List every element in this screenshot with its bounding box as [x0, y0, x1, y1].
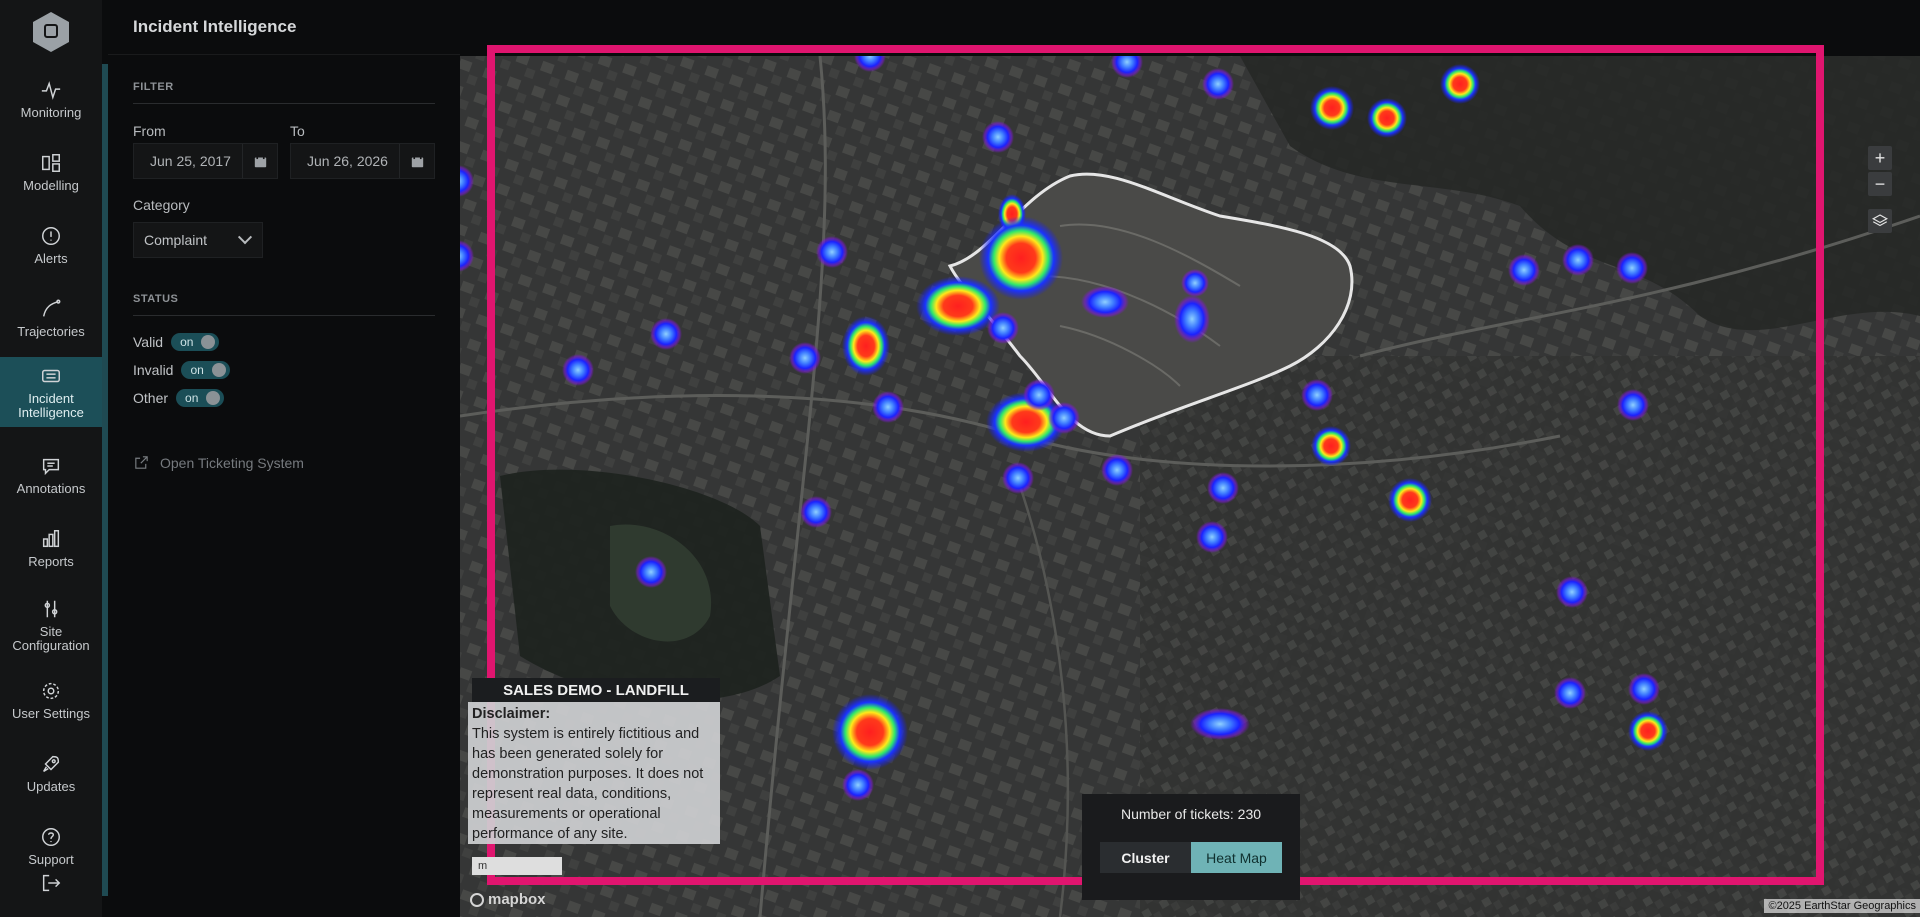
toggle-text: on	[185, 391, 199, 405]
from-label: From	[133, 123, 166, 139]
chevron-down-icon	[237, 230, 253, 245]
nav-item-monitoring[interactable]: Monitoring	[0, 64, 102, 134]
nav-label: Annotations	[16, 480, 86, 496]
bar-chart-icon	[40, 528, 62, 550]
divider	[108, 54, 460, 55]
alert-icon	[40, 225, 62, 247]
demo-title: SALES DEMO - LANDFILL	[472, 678, 720, 702]
nav-item-logout[interactable]	[0, 872, 102, 917]
help-icon	[40, 826, 62, 848]
toggle-knob	[211, 363, 226, 377]
nav-item-trajectories[interactable]: Trajectories	[0, 283, 102, 353]
filter-panel: Incident Intelligence FILTER From To Jun…	[108, 0, 460, 917]
calendar-icon[interactable]	[399, 144, 434, 178]
nav-label: Site Configuration	[12, 623, 90, 653]
status-invalid-row: Invalid on	[133, 361, 230, 379]
nav-item-updates[interactable]: Updates	[0, 738, 102, 808]
logout-icon	[40, 872, 62, 894]
toggle-knob	[206, 391, 221, 405]
disclaimer-text: This system is entirely fictitious and h…	[472, 726, 704, 842]
nav-item-site-configuration[interactable]: Site Configuration	[0, 590, 102, 660]
calendar-icon[interactable]	[242, 144, 277, 178]
gear-icon	[40, 680, 62, 702]
nav-label: Support	[28, 851, 74, 867]
category-select[interactable]: Complaint	[133, 222, 263, 258]
nav-label: Monitoring	[20, 104, 82, 120]
map-attribution[interactable]: ©2025 EarthStar Geographics	[1764, 899, 1920, 913]
toggle-knob	[201, 335, 216, 349]
from-date-value: Jun 25, 2017	[150, 153, 231, 169]
disclaimer-title: Disclaimer:	[472, 706, 551, 722]
rocket-icon	[40, 753, 62, 775]
filter-section-label: FILTER	[133, 81, 174, 93]
divider	[133, 315, 435, 316]
status-other-row: Other on	[133, 389, 225, 407]
ticket-summary-panel: Number of tickets: 230 Cluster Heat Map	[1082, 794, 1300, 900]
comment-icon	[40, 455, 62, 477]
to-label: To	[290, 123, 305, 139]
open-ticketing-link[interactable]: Open Ticketing System	[133, 454, 304, 471]
map-scale: m	[472, 857, 562, 875]
pulse-icon	[40, 79, 62, 101]
nav-label: Trajectories	[17, 323, 85, 339]
divider	[133, 103, 435, 104]
nav-label: Alerts	[34, 250, 68, 266]
invalid-toggle[interactable]: on	[181, 361, 230, 379]
valid-toggle[interactable]: on	[171, 333, 220, 351]
trajectory-icon	[40, 298, 62, 320]
layers-button[interactable]	[1868, 209, 1892, 233]
zoom-in-button[interactable]: +	[1868, 146, 1892, 170]
status-label: Other	[133, 390, 169, 406]
ticket-link-label: Open Ticketing System	[160, 454, 304, 471]
toggle-text: on	[180, 335, 194, 349]
other-toggle[interactable]: on	[176, 389, 225, 407]
page-title: Incident Intelligence	[133, 17, 297, 36]
from-date-field[interactable]: Jun 25, 2017	[133, 143, 278, 179]
category-label: Category	[133, 197, 190, 213]
mapbox-icon	[470, 892, 484, 907]
nav-label: User Settings	[11, 705, 91, 721]
nav-item-user-settings[interactable]: User Settings	[0, 665, 102, 735]
nav-item-alerts[interactable]: Alerts	[0, 210, 102, 280]
main-nav: Monitoring Modelling Alerts Trajectories…	[0, 0, 102, 917]
mapbox-logo[interactable]: mapbox	[470, 891, 546, 908]
heatmap-mode-button[interactable]: Heat Map	[1191, 842, 1282, 873]
modelling-icon	[40, 152, 62, 174]
status-label: Valid	[133, 334, 164, 350]
to-date-field[interactable]: Jun 26, 2026	[290, 143, 435, 179]
ticket-icon	[40, 365, 62, 387]
external-link-icon	[135, 456, 148, 469]
app-logo[interactable]	[33, 12, 69, 52]
category-value: Complaint	[144, 232, 208, 248]
nav-item-modelling[interactable]: Modelling	[0, 137, 102, 207]
toggle-text: on	[190, 363, 204, 377]
zoom-out-button[interactable]: −	[1868, 172, 1892, 196]
to-date-value: Jun 26, 2026	[307, 153, 388, 169]
nav-label: Modelling	[23, 177, 79, 193]
layers-icon	[1872, 214, 1888, 227]
status-valid-row: Valid on	[133, 333, 220, 351]
nav-item-annotations[interactable]: Annotations	[0, 440, 102, 510]
status-label: Invalid	[133, 362, 174, 378]
mapbox-label: mapbox	[488, 891, 546, 908]
status-section-label: STATUS	[133, 293, 179, 305]
nav-label: Reports	[28, 553, 74, 569]
nav-label: Updates	[26, 778, 76, 794]
cluster-mode-button[interactable]: Cluster	[1100, 842, 1191, 873]
nav-item-support[interactable]: Support	[0, 811, 102, 881]
nav-item-reports[interactable]: Reports	[0, 513, 102, 583]
disclaimer-box: Disclaimer: This system is entirely fict…	[468, 702, 720, 844]
nav-item-incident-intelligence[interactable]: Incident Intelligence	[0, 357, 102, 427]
ticket-count: Number of tickets: 230	[1120, 806, 1262, 822]
sliders-icon	[40, 598, 62, 620]
nav-label: Incident Intelligence	[18, 390, 84, 420]
